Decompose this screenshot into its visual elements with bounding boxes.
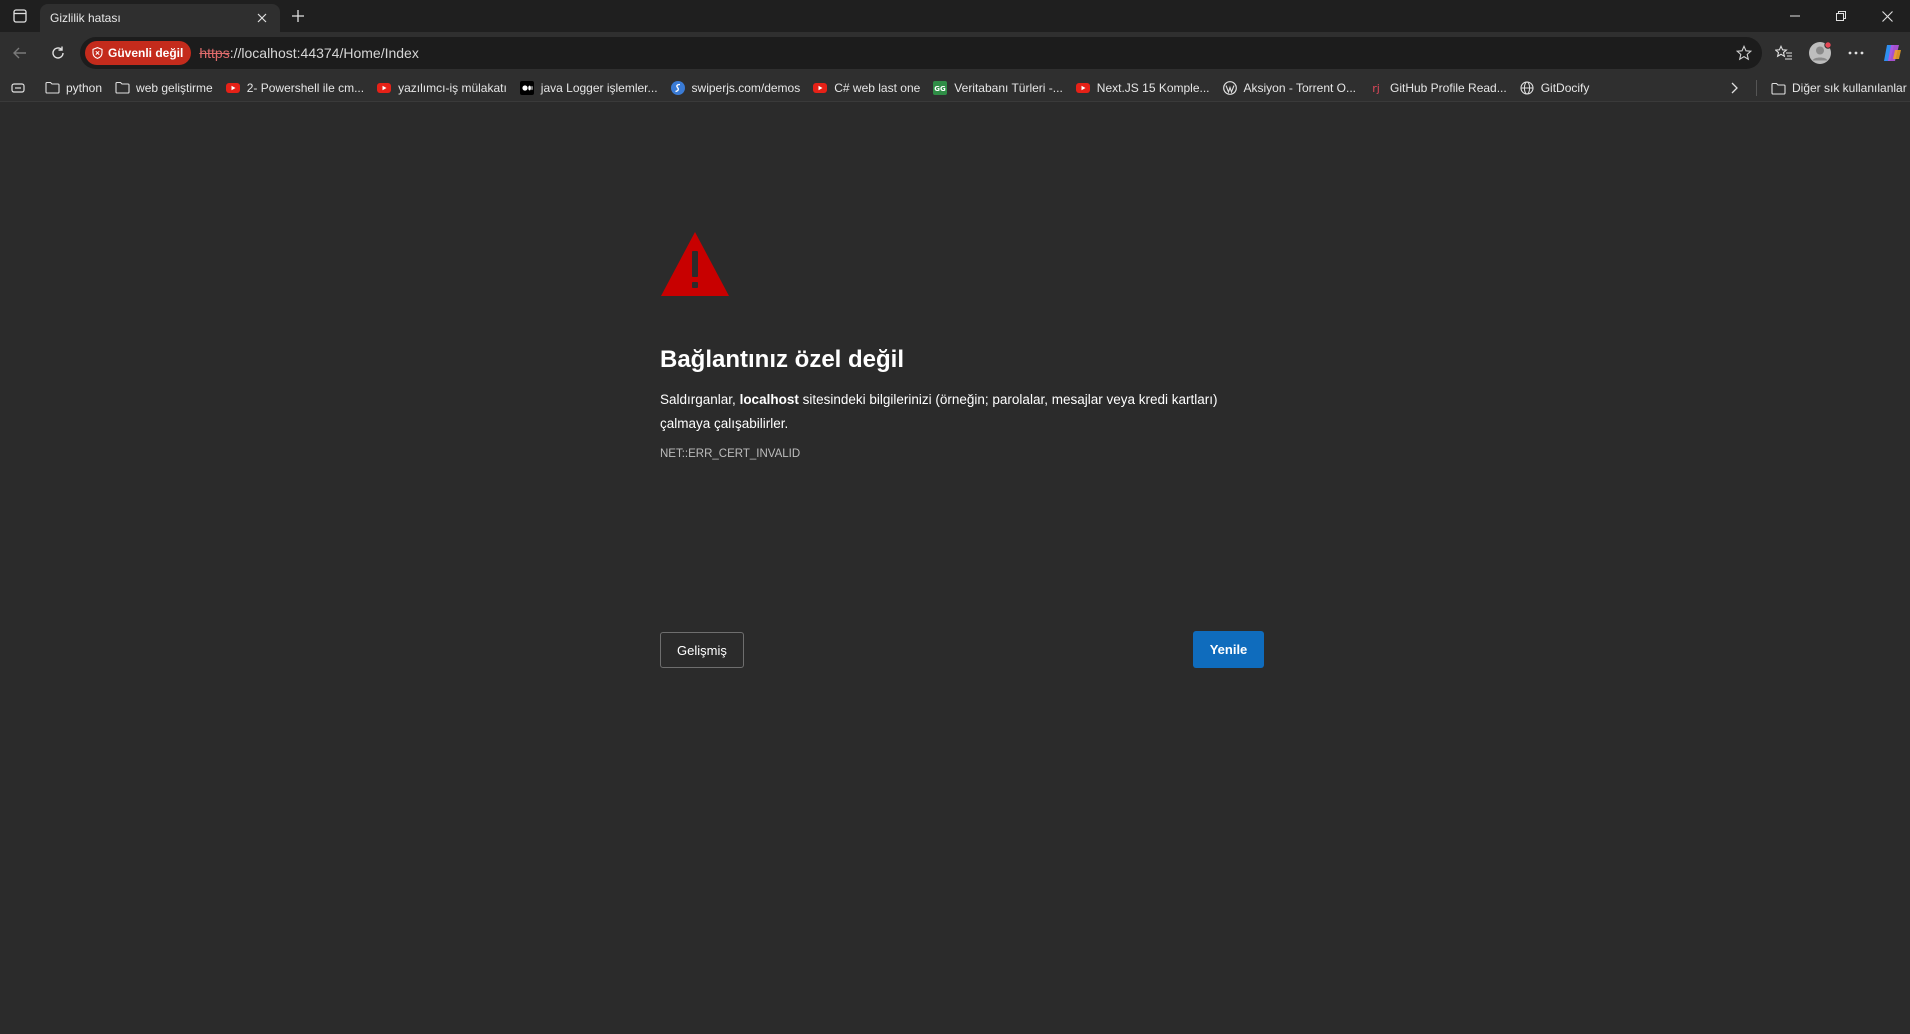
minimize-icon	[1790, 15, 1800, 17]
error-description: Saldırganlar, localhost sitesindeki bilg…	[660, 388, 1260, 436]
reload-button[interactable]: Yenile	[1193, 631, 1264, 668]
add-favorite-button[interactable]	[1734, 43, 1754, 63]
folder-icon	[1770, 80, 1786, 96]
browser-toolbar: Güvenli değil https://localhost:44374/Ho…	[0, 32, 1910, 74]
chevron-right-icon	[1731, 82, 1738, 94]
not-secure-badge[interactable]: Güvenli değil	[85, 41, 192, 65]
bookmark-label: GitDocify	[1540, 80, 1590, 95]
bookmark-label: Next.JS 15 Komple...	[1096, 80, 1210, 95]
minimize-button[interactable]	[1772, 0, 1818, 32]
bookmark-item[interactable]: 2- Powershell ile cm...	[219, 76, 370, 100]
bookmark-label: 2- Powershell ile cm...	[246, 80, 365, 95]
folder-icon	[114, 80, 130, 96]
close-window-button[interactable]	[1864, 0, 1910, 32]
refresh-button[interactable]	[40, 35, 76, 71]
bookmarks-overflow-button[interactable]	[1722, 76, 1746, 100]
svg-text:GG: GG	[935, 85, 947, 93]
favorites-list-icon	[1775, 45, 1792, 60]
bookmark-label: yazılımcı-iş mülakatı	[398, 80, 507, 95]
bookmark-item[interactable]: web geliştirme	[108, 76, 219, 100]
url-path: ://localhost:44374/Home/Index	[229, 45, 419, 61]
restore-icon	[1836, 11, 1846, 21]
warning-shield-icon	[92, 47, 103, 59]
avatar-icon	[1809, 41, 1832, 64]
medium-icon	[519, 80, 535, 96]
profile-button[interactable]	[1802, 35, 1838, 71]
bookmarks-divider	[1756, 80, 1757, 96]
address-bar[interactable]: Güvenli değil https://localhost:44374/Ho…	[80, 37, 1762, 69]
bookmark-item[interactable]: C# web last one	[806, 76, 926, 100]
desc-host: localhost	[739, 392, 799, 407]
copilot-button[interactable]	[1874, 35, 1910, 71]
bookmark-label: C# web last one	[834, 80, 921, 95]
tab-strip: Gizlilik hatası	[0, 0, 1910, 32]
swiper-icon	[670, 80, 686, 96]
youtube-icon	[1075, 80, 1091, 96]
bookmark-label: swiperjs.com/demos	[691, 80, 801, 95]
tab-actions-button[interactable]	[0, 0, 40, 32]
bookmark-item[interactable]: python	[38, 76, 108, 100]
reading-list-icon	[10, 80, 26, 96]
url-text[interactable]: https://localhost:44374/Home/Index	[199, 45, 418, 61]
bookmark-item[interactable]: Next.JS 15 Komple...	[1069, 76, 1216, 100]
svg-text:rj: rj	[1372, 82, 1380, 95]
bookmark-item[interactable]: rj GitHub Profile Read...	[1362, 76, 1513, 100]
bookmark-label: Veritabanı Türleri -...	[954, 80, 1063, 95]
back-button[interactable]	[2, 35, 38, 71]
gfg-icon: GG	[932, 80, 948, 96]
back-arrow-icon	[13, 47, 26, 59]
copilot-icon	[1884, 45, 1901, 61]
page-title: Bağlantınız özel değil	[660, 346, 905, 373]
new-tab-button[interactable]	[280, 0, 316, 32]
globe-icon	[1519, 80, 1535, 96]
advanced-button[interactable]: Gelişmiş	[660, 632, 744, 668]
bookmark-label: web geliştirme	[136, 80, 213, 95]
bookmark-item[interactable]: GG Veritabanı Türleri -...	[926, 76, 1069, 100]
page-content: Bağlantınız özel değil Saldırganlar, loc…	[4, 103, 1910, 1034]
refresh-icon	[52, 46, 64, 59]
youtube-icon	[812, 80, 828, 96]
security-label: Güvenli değil	[108, 46, 184, 60]
bookmark-item[interactable]: GitDocify	[1513, 76, 1596, 100]
bookmark-label: GitHub Profile Read...	[1390, 80, 1507, 95]
tab-close-icon[interactable]	[254, 10, 270, 26]
restore-button[interactable]	[1818, 0, 1864, 32]
bookmark-label: java Logger işlemler...	[540, 80, 658, 95]
desc-prefix: Saldırganlar,	[660, 392, 740, 407]
close-icon	[1881, 10, 1893, 22]
tab-title: Gizlilik hatası	[50, 11, 121, 25]
rj-icon: rj	[1368, 80, 1384, 96]
youtube-icon	[376, 80, 392, 96]
bookmark-item[interactable]: java Logger işlemler...	[513, 76, 664, 100]
warning-triangle-icon	[661, 232, 729, 296]
ellipsis-icon	[1848, 51, 1864, 55]
bookmarks-toggle[interactable]	[0, 76, 38, 100]
error-code[interactable]: NET::ERR_CERT_INVALID	[660, 448, 1266, 460]
bookmark-item[interactable]: swiperjs.com/demos	[664, 76, 807, 100]
youtube-icon	[225, 80, 241, 96]
bookmarks-bar: python web geliştirme 2- Powershell ile cm…	[0, 74, 1910, 102]
active-tab[interactable]: Gizlilik hatası	[40, 4, 280, 32]
url-scheme: https	[199, 45, 230, 61]
star-icon	[1736, 45, 1752, 61]
other-favorites-label: Diğer sık kullanılanlar	[1792, 81, 1907, 95]
more-options-button[interactable]	[1838, 35, 1874, 71]
bookmark-label: python	[66, 80, 103, 95]
wordpress-icon	[1222, 80, 1238, 96]
tab-actions-icon	[13, 9, 27, 23]
bookmark-item[interactable]: Aksiyon - Torrent O...	[1216, 76, 1362, 100]
bookmark-label: Aksiyon - Torrent O...	[1243, 80, 1356, 95]
folder-icon	[44, 80, 60, 96]
favorites-button[interactable]	[1766, 35, 1802, 71]
plus-icon	[292, 10, 304, 22]
other-favorites-folder[interactable]: Diğer sık kullanılanlar	[1764, 76, 1910, 100]
privacy-error-panel: Bağlantınız özel değil Saldırganlar, loc…	[660, 231, 1266, 668]
bookmark-item[interactable]: yazılımcı-iş mülakatı	[370, 76, 513, 100]
